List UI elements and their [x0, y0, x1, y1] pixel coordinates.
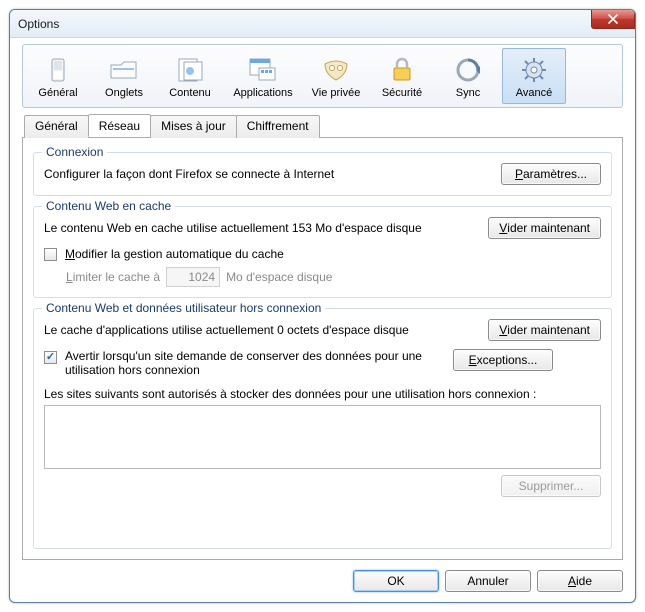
options-dialog: Options Général Onglets — [9, 9, 636, 603]
close-icon — [608, 14, 618, 24]
cache-group: Contenu Web en cache Le contenu Web en c… — [33, 206, 612, 298]
cache-limit-row: Limiter le cache à Mo d'espace disque — [44, 267, 601, 287]
offline-notify-label[interactable]: Avertir lorsqu'un site demande de conser… — [65, 349, 445, 377]
dialog-buttons: OK Annuler Aide — [22, 570, 623, 592]
category-label: Avancé — [516, 87, 553, 99]
offline-notify-checkbox[interactable] — [44, 351, 57, 364]
category-content[interactable]: Contenu — [158, 48, 222, 104]
offline-usage-text: Le cache d'applications utilise actuelle… — [44, 323, 480, 337]
ok-button[interactable]: OK — [353, 570, 439, 592]
category-label: Vie privée — [312, 87, 361, 99]
window-grid-icon — [247, 53, 279, 87]
document-icon — [175, 53, 205, 87]
advanced-tabstrip: Général Réseau Mises à jour Chiffrement — [22, 114, 623, 138]
sync-icon — [454, 53, 482, 87]
connection-settings-button[interactable]: Paramètres... — [501, 163, 601, 185]
category-toolbar: Général Onglets Contenu — [22, 44, 623, 108]
mask-icon — [321, 53, 351, 87]
category-label: Applications — [233, 87, 292, 99]
offline-sites-listbox[interactable] — [44, 405, 601, 469]
category-label: Contenu — [169, 87, 211, 99]
offline-sites-label: Les sites suivants sont autorisés à stoc… — [44, 387, 601, 401]
network-panel: Connexion Configurer la façon dont Firef… — [22, 138, 623, 560]
tab-general[interactable]: Général — [24, 115, 89, 138]
category-label: Sync — [456, 87, 480, 99]
cache-legend: Contenu Web en cache — [42, 199, 175, 213]
offline-exceptions-button[interactable]: Exceptions... — [453, 349, 553, 371]
offline-legend: Contenu Web et données utilisateur hors … — [42, 301, 325, 315]
cache-limit-input[interactable] — [166, 267, 220, 287]
category-security[interactable]: Sécurité — [370, 48, 434, 104]
tab-encryption[interactable]: Chiffrement — [236, 115, 320, 138]
connection-legend: Connexion — [42, 145, 107, 159]
titlebar: Options — [10, 10, 635, 38]
cache-limit-prefix: Limiter le cache à — [66, 270, 160, 284]
cache-override-checkbox[interactable] — [44, 248, 57, 261]
cancel-button[interactable]: Annuler — [445, 570, 531, 592]
gear-icon — [519, 53, 549, 87]
category-applications[interactable]: Applications — [224, 48, 302, 104]
window-title: Options — [18, 17, 59, 31]
switch-icon — [44, 53, 72, 87]
offline-remove-button[interactable]: Supprimer... — [501, 475, 601, 497]
category-advanced[interactable]: Avancé — [502, 48, 566, 104]
offline-clear-button[interactable]: Vider maintenant — [488, 319, 601, 341]
category-label: Sécurité — [382, 87, 422, 99]
category-privacy[interactable]: Vie privée — [304, 48, 368, 104]
help-button[interactable]: Aide — [537, 570, 623, 592]
category-label: Onglets — [105, 87, 143, 99]
category-sync[interactable]: Sync — [436, 48, 500, 104]
cache-limit-suffix: Mo d'espace disque — [226, 270, 332, 284]
tab-network[interactable]: Réseau — [88, 114, 151, 137]
connection-group: Connexion Configurer la façon dont Firef… — [33, 152, 612, 196]
cache-override-label[interactable]: Modifier la gestion automatique du cache — [65, 247, 284, 261]
tab-updates[interactable]: Mises à jour — [150, 115, 237, 138]
category-label: Général — [38, 87, 77, 99]
close-button[interactable] — [591, 10, 635, 29]
category-general[interactable]: Général — [26, 48, 90, 104]
lock-icon — [389, 53, 415, 87]
cache-usage-text: Le contenu Web en cache utilise actuelle… — [44, 221, 480, 235]
category-tabs[interactable]: Onglets — [92, 48, 156, 104]
connection-desc: Configurer la façon dont Firefox se conn… — [44, 167, 493, 181]
cache-clear-button[interactable]: Vider maintenant — [488, 217, 601, 239]
offline-group: Contenu Web et données utilisateur hors … — [33, 308, 612, 549]
folder-icon — [109, 53, 139, 87]
